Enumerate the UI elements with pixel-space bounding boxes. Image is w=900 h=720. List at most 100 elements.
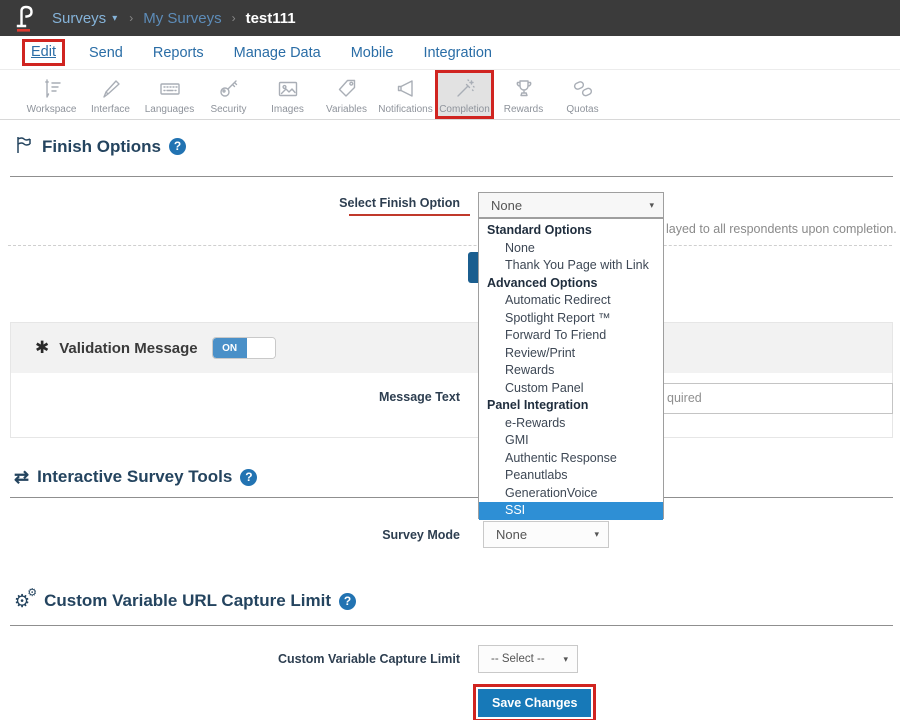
toolbar-item-label: Security (210, 104, 246, 115)
toolbar-item-label: Rewards (504, 104, 543, 115)
toolbar-item-label: Languages (145, 104, 195, 115)
section-divider (10, 176, 893, 177)
pencil-lines-icon (40, 76, 64, 102)
completion-hint-text: layed to all respondents upon completion… (666, 222, 897, 236)
validation-toggle[interactable]: ON (212, 337, 276, 359)
toolbar-item-label: Workspace (27, 104, 77, 115)
survey-mode-select[interactable]: None ▾ (483, 521, 609, 548)
completion-settings-page: Surveys ▾ › My Surveys › test111 Edit Se… (0, 0, 900, 720)
trophy-icon (512, 76, 536, 102)
toolbar-item-notifications[interactable]: Notifications (376, 70, 435, 119)
tab-reports[interactable]: Reports (153, 45, 204, 61)
toolbar-item-interface[interactable]: Interface (81, 70, 140, 119)
toolbar-item-label: Completion (439, 104, 490, 115)
dropdown-option[interactable]: Forward To Friend (479, 327, 663, 345)
asterisk-icon: ✱ (35, 338, 49, 358)
toggle-on-label: ON (213, 338, 247, 358)
dropdown-option[interactable]: Automatic Redirect (479, 292, 663, 310)
chevron-down-icon: ▾ (563, 654, 577, 665)
picture-icon (276, 76, 300, 102)
dropdown-option[interactable]: Peanutlabs (479, 467, 663, 485)
finish-option-dropdown-list: Standard Options None Thank You Page wit… (478, 218, 664, 519)
dropdown-option[interactable]: Spotlight Report ™ (479, 310, 663, 328)
breadcrumb-surveys[interactable]: Surveys (52, 10, 106, 27)
toolbar-item-rewards[interactable]: Rewards (494, 70, 553, 119)
toolbar-item-security[interactable]: Security (199, 70, 258, 119)
toolbar-item-label: Images (271, 104, 304, 115)
main-tabbar: Edit Send Reports Manage Data Mobile Int… (0, 36, 900, 70)
questionpro-logo[interactable] (14, 3, 36, 33)
dropdown-option-highlighted[interactable]: SSI (479, 502, 663, 520)
toolbar-item-label: Variables (326, 104, 367, 115)
help-icon[interactable]: ? (240, 469, 257, 486)
dropdown-option[interactable]: Rewards (479, 362, 663, 380)
chevron-down-icon: ▾ (594, 529, 608, 540)
toolbar-item-images[interactable]: Images (258, 70, 317, 119)
arrows-swap-icon: ⇄ (14, 468, 29, 486)
edit-toolbar: Workspace Interface Languages Security I… (0, 70, 900, 120)
dropdown-option[interactable]: None (479, 240, 663, 258)
flag-icon (14, 135, 34, 158)
tab-mobile[interactable]: Mobile (351, 45, 394, 61)
section-divider (10, 497, 893, 498)
select-finish-option-label: Select Finish Option (210, 196, 460, 210)
tag-icon (335, 76, 359, 102)
custom-variable-capture-limit-label: Custom Variable Capture Limit (210, 652, 460, 666)
dropdown-group-header: Panel Integration (479, 397, 663, 415)
section-divider (10, 625, 893, 626)
dropdown-group-header: Standard Options (479, 222, 663, 240)
toolbar-item-quotas[interactable]: Quotas (553, 70, 612, 119)
dropdown-option[interactable]: Review/Print (479, 345, 663, 363)
chevron-down-icon[interactable]: ▾ (112, 13, 117, 24)
custom-variable-heading: ⚙⚙ Custom Variable URL Capture Limit ? (14, 591, 356, 611)
toolbar-item-label: Quotas (566, 104, 598, 115)
tab-send[interactable]: Send (89, 45, 123, 61)
help-icon[interactable]: ? (169, 138, 186, 155)
toolbar-item-label: Notifications (378, 104, 432, 115)
annotation-underline (349, 214, 470, 216)
dropdown-option[interactable]: e-Rewards (479, 415, 663, 433)
validation-message-header: ✱ Validation Message ON (11, 323, 892, 373)
tab-edit[interactable]: Edit (31, 44, 56, 60)
message-text-label: Message Text (210, 390, 460, 404)
toolbar-item-completion[interactable]: Completion (435, 70, 494, 119)
toolbar-item-languages[interactable]: Languages (140, 70, 199, 119)
help-icon[interactable]: ? (339, 593, 356, 610)
dropdown-group-header: Advanced Options (479, 275, 663, 293)
survey-mode-label: Survey Mode (210, 528, 460, 542)
pen-icon (99, 76, 123, 102)
dropdown-option[interactable]: Authentic Response (479, 450, 663, 468)
key-icon (217, 76, 241, 102)
dropdown-option[interactable]: Custom Panel (479, 380, 663, 398)
magic-wand-icon (453, 76, 477, 102)
toolbar-item-label: Interface (91, 104, 130, 115)
chevron-down-icon: ▾ (649, 200, 663, 211)
section-title: Interactive Survey Tools (37, 467, 232, 487)
breadcrumb-my-surveys[interactable]: My Surveys (143, 10, 221, 27)
keyboard-icon (158, 76, 182, 102)
capture-limit-selected-value: -- Select -- (479, 653, 563, 665)
dropdown-option[interactable]: GenerationVoice (479, 485, 663, 503)
dropdown-option[interactable]: GMI (479, 432, 663, 450)
top-navbar: Surveys ▾ › My Surveys › test111 (0, 0, 900, 36)
megaphone-icon (394, 76, 418, 102)
dashed-divider (8, 245, 892, 246)
capture-limit-select[interactable]: -- Select -- ▾ (478, 645, 578, 673)
section-title: Custom Variable URL Capture Limit (44, 591, 331, 611)
toolbar-item-variables[interactable]: Variables (317, 70, 376, 119)
breadcrumb-separator: › (129, 11, 133, 25)
annotation-box-save: Save Changes (473, 684, 596, 720)
dropdown-option[interactable]: Thank You Page with Link (479, 257, 663, 275)
toolbar-item-workspace[interactable]: Workspace (22, 70, 81, 119)
annotation-box-edit: Edit (22, 39, 65, 66)
tab-manage-data[interactable]: Manage Data (234, 45, 321, 61)
finish-option-selected-value: None (479, 198, 649, 213)
finish-option-select[interactable]: None ▾ (478, 192, 664, 218)
tab-integration[interactable]: Integration (423, 45, 492, 61)
validation-message-title: Validation Message (59, 340, 197, 357)
section-title: Finish Options (42, 137, 161, 157)
toggle-knob (247, 338, 275, 358)
breadcrumb-current-survey: test111 (246, 10, 296, 27)
gears-icon: ⚙⚙ (14, 592, 30, 610)
save-changes-button[interactable]: Save Changes (478, 689, 591, 717)
